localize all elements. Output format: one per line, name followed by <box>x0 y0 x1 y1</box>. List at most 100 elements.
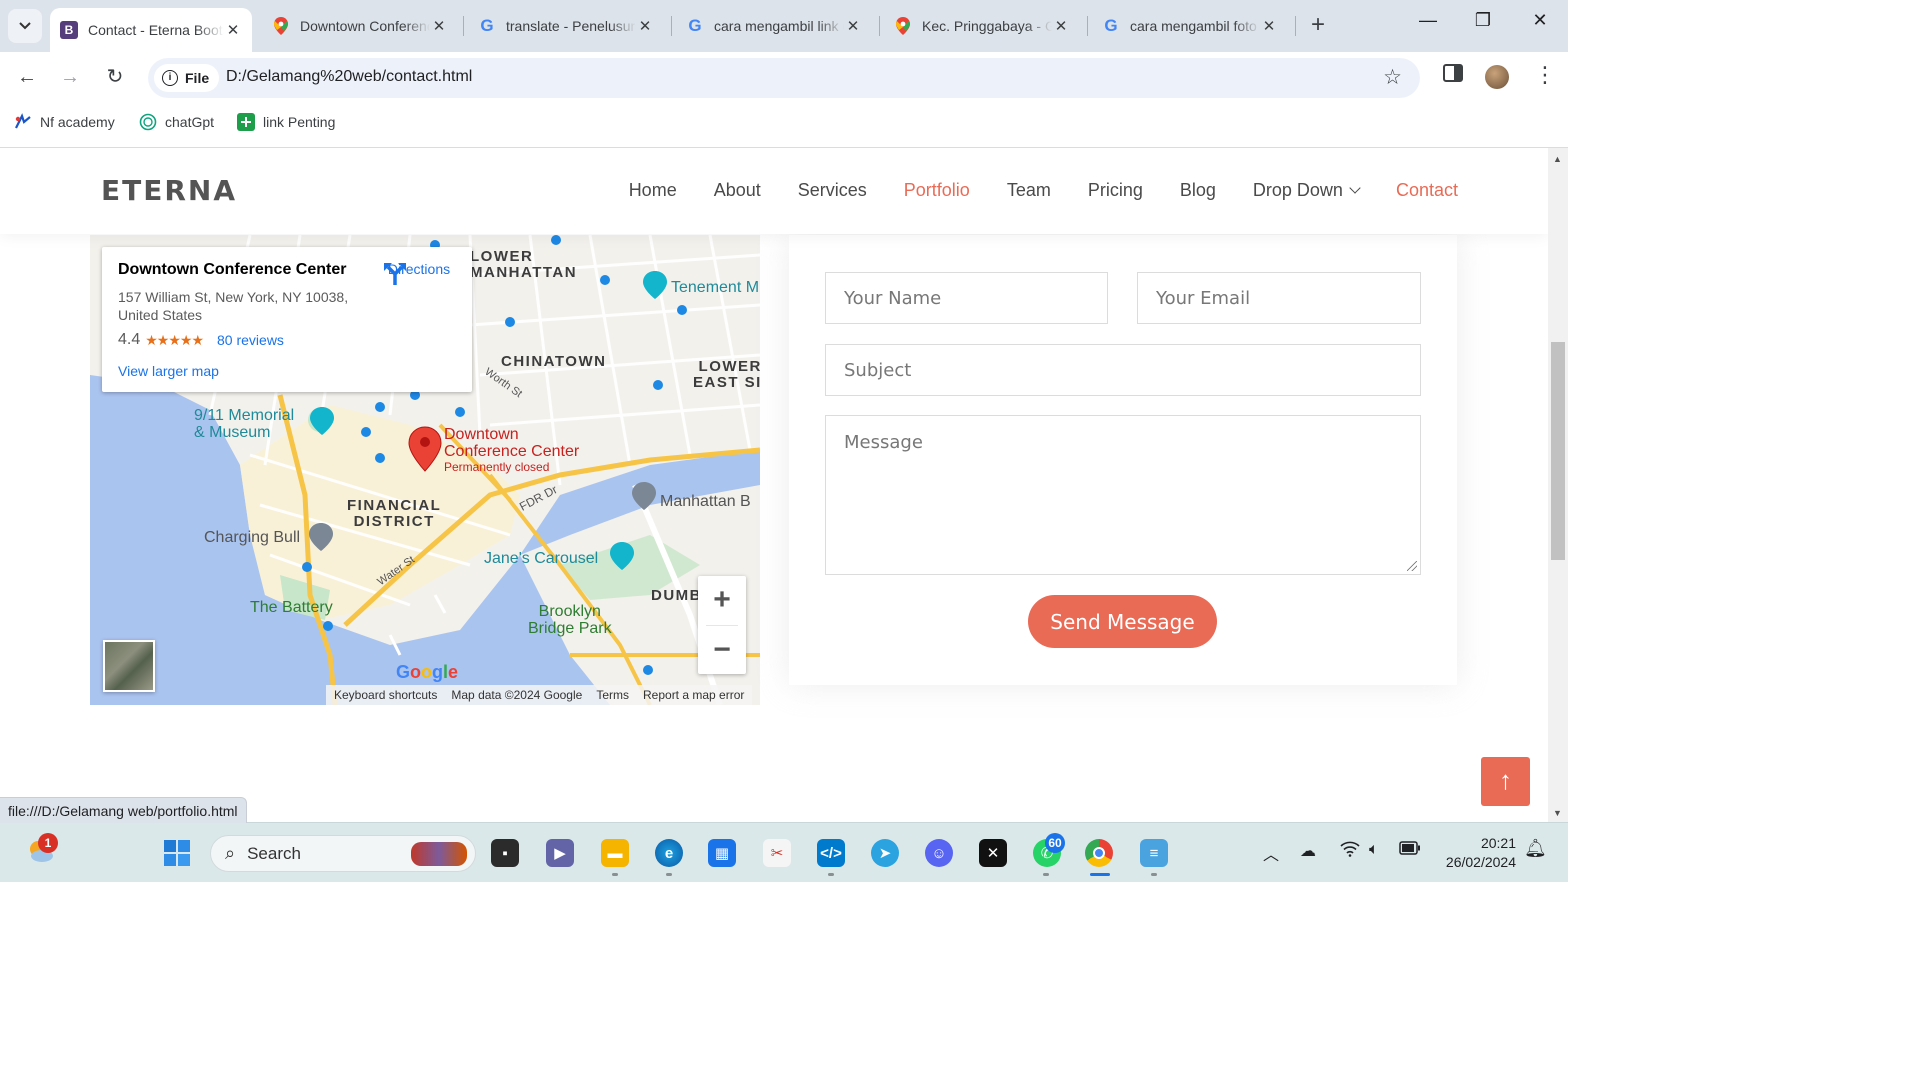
scroll-down-arrow-icon[interactable]: ▼ <box>1553 808 1562 818</box>
directions-button[interactable]: Directions <box>382 261 456 285</box>
close-window-button[interactable]: ✕ <box>1520 10 1560 31</box>
name-input[interactable]: Your Name <box>825 272 1108 324</box>
subject-placeholder: Subject <box>844 359 912 381</box>
wifi-icon[interactable] <box>1340 841 1360 862</box>
chrome-icon[interactable] <box>1085 839 1113 867</box>
zoom-out-button[interactable]: − <box>698 626 746 675</box>
system-clock[interactable]: 20:21 26/02/2024 <box>1436 834 1516 872</box>
bookmark-star-icon[interactable]: ☆ <box>1383 65 1402 90</box>
close-tab-icon[interactable]: ✕ <box>1260 17 1278 35</box>
nav-team[interactable]: Team <box>1007 180 1051 201</box>
edge-icon[interactable]: e <box>655 839 683 867</box>
notepad-icon[interactable]: ≡ <box>1140 839 1168 867</box>
tab-pringgabaya[interactable]: Kec. Pringgabaya - Google Maps ✕ <box>884 8 1080 44</box>
telegram-icon[interactable]: ➤ <box>871 839 899 867</box>
file-explorer-icon[interactable]: ▬ <box>601 839 629 867</box>
send-message-button[interactable]: Send Message <box>1028 595 1217 648</box>
back-to-top-button[interactable]: ↑ <box>1481 757 1530 806</box>
tab-cara-foto[interactable]: G cara mengambil foto ✕ <box>1092 8 1288 44</box>
teams-icon[interactable]: ▶ <box>546 839 574 867</box>
map-label-janes-carousel: Jane's Carousel <box>484 550 599 567</box>
close-tab-icon[interactable]: ✕ <box>1052 17 1070 35</box>
close-tab-icon[interactable]: ✕ <box>224 21 242 39</box>
running-indicator <box>1043 873 1049 876</box>
tab-contact[interactable]: B Contact - Eterna Bootstrap Template ✕ <box>50 8 252 52</box>
nav-dropdown[interactable]: Drop Down <box>1253 180 1361 201</box>
restore-button[interactable]: ❐ <box>1463 10 1503 31</box>
side-panel-icon[interactable] <box>1443 64 1463 87</box>
volume-icon[interactable]: 🔈︎ <box>1369 841 1379 859</box>
nav-home[interactable]: Home <box>629 180 677 201</box>
minimize-button[interactable]: — <box>1408 10 1448 31</box>
nav-pricing[interactable]: Pricing <box>1088 180 1143 201</box>
keyboard-shortcuts-link[interactable]: Keyboard shortcuts <box>334 688 437 702</box>
tab-divider <box>671 16 672 36</box>
close-tab-icon[interactable]: ✕ <box>636 17 654 35</box>
address-bar[interactable]: i File D:/Gelamang%20web/contact.html ☆ <box>148 58 1420 98</box>
nav-blog[interactable]: Blog <box>1180 180 1216 201</box>
chevron-up-icon[interactable]: ︿ <box>1263 841 1279 865</box>
map-label-charging-bull: Charging Bull <box>204 529 301 546</box>
map-zoom-control: + − <box>698 576 746 674</box>
tab-search-button[interactable] <box>8 9 42 43</box>
tab-divider <box>879 16 880 36</box>
back-button[interactable]: ← <box>14 64 40 90</box>
tab-cara-link[interactable]: G cara mengambil link google maps ✕ <box>676 8 872 44</box>
report-error-link[interactable]: Report a map error <box>643 688 744 702</box>
nav-contact[interactable]: Contact <box>1396 180 1458 201</box>
satellite-toggle[interactable] <box>103 640 155 692</box>
subject-input[interactable]: Subject <box>825 344 1421 396</box>
zoom-in-button[interactable]: + <box>698 576 746 625</box>
bookmark-link-penting[interactable]: link Penting <box>237 113 335 131</box>
reload-button[interactable]: ↻ <box>102 64 128 90</box>
close-tab-icon[interactable]: ✕ <box>430 17 448 35</box>
vscode-icon[interactable]: </> <box>817 839 845 867</box>
message-textarea[interactable]: Message <box>825 415 1421 575</box>
chevron-down-icon <box>19 22 31 30</box>
site-info-chip[interactable]: i File <box>154 64 220 92</box>
bookmark-nf-academy[interactable]: Nf academy <box>14 113 115 131</box>
scroll-up-arrow-icon[interactable]: ▲ <box>1553 154 1562 164</box>
terms-link[interactable]: Terms <box>596 688 629 702</box>
tab-downtown-conference[interactable]: Downtown Conference Center ✕ <box>262 8 458 44</box>
url-text[interactable]: D:/Gelamang%20web/contact.html <box>226 68 472 86</box>
resize-handle-icon[interactable] <box>1407 561 1417 571</box>
info-icon: i <box>162 70 178 86</box>
scrollbar-thumb[interactable] <box>1551 342 1565 560</box>
reviews-link[interactable]: 80 reviews <box>217 332 284 348</box>
weather-badge: 1 <box>38 833 58 853</box>
nav-services[interactable]: Services <box>798 180 867 201</box>
nav-portfolio[interactable]: Portfolio <box>904 180 970 201</box>
task-view-icon[interactable]: ▪ <box>491 839 519 867</box>
profile-avatar[interactable] <box>1485 65 1509 89</box>
map-label-financial: FINANCIAL DISTRICT <box>347 497 442 530</box>
bootstrap-icon: B <box>60 21 78 39</box>
close-tab-icon[interactable]: ✕ <box>844 17 862 35</box>
start-windows-icon[interactable] <box>163 839 191 867</box>
page-scrollbar[interactable]: ▲ ▼ <box>1548 148 1568 822</box>
tab-strip: B Contact - Eterna Bootstrap Template ✕ … <box>0 0 1568 52</box>
nav-about[interactable]: About <box>714 180 761 201</box>
place-name: Downtown Conference Center <box>118 261 347 278</box>
view-larger-map-link[interactable]: View larger map <box>118 363 219 379</box>
capcut-icon[interactable]: ✕ <box>979 839 1007 867</box>
battery-icon[interactable] <box>1399 841 1421 860</box>
site-logo[interactable]: ETERNA <box>101 174 237 207</box>
taskbar-search[interactable]: ⌕ Search <box>210 835 476 872</box>
discord-icon[interactable]: ☺ <box>925 839 953 867</box>
notification-bell-icon[interactable]: 🔔︎ <box>1524 838 1547 859</box>
bookmark-chatgpt[interactable]: chatGpt <box>139 113 214 131</box>
store-icon[interactable]: ▦ <box>708 839 736 867</box>
menu-icon[interactable]: ⋮ <box>1534 62 1556 88</box>
google-map[interactable]: LOWER MANHATTAN Tenement M CHINATOWN Wor… <box>90 235 760 705</box>
email-input[interactable]: Your Email <box>1137 272 1421 324</box>
onedrive-icon[interactable]: ☁ <box>1300 841 1316 861</box>
tab-translate[interactable]: G translate - Penelusuran Google ✕ <box>468 8 664 44</box>
site-header: ETERNA Home About Services Portfolio Tea… <box>0 148 1548 234</box>
map-data-text: Map data ©2024 Google <box>451 688 583 702</box>
map-place-card: Downtown Conference Center 157 William S… <box>102 247 472 392</box>
snipping-tool-icon[interactable]: ✂ <box>763 839 791 867</box>
place-address: 157 William St, New York, NY 10038, Unit… <box>118 289 349 323</box>
forward-button[interactable]: → <box>57 64 83 90</box>
new-tab-button[interactable]: + <box>1304 12 1332 40</box>
